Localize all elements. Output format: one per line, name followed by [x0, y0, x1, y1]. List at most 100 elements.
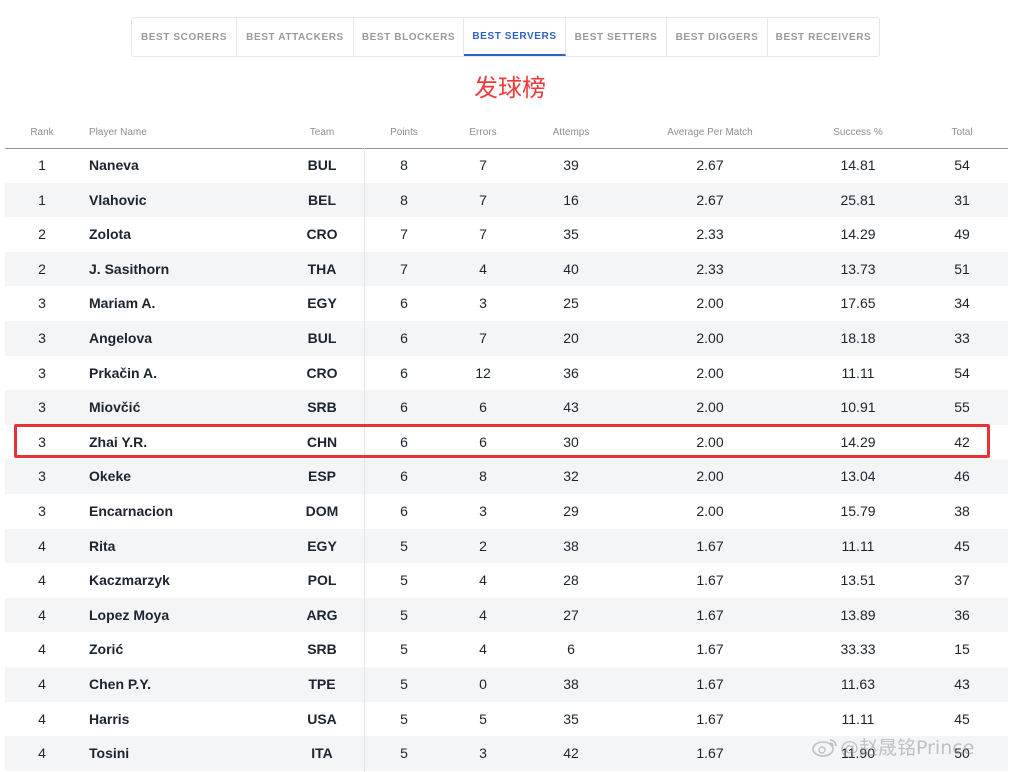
cell-rank: 1 — [38, 191, 46, 208]
cell-rank: 4 — [38, 641, 46, 658]
cell-attempts: 16 — [563, 191, 579, 208]
cell-player-name: Naneva — [89, 157, 139, 173]
cell-points: 8 — [400, 191, 408, 208]
cell-player-name: Mariam A. — [89, 295, 156, 312]
tab-best-setters[interactable]: BEST SETTERS — [566, 18, 667, 56]
cell-avg-per-match: 1.67 — [696, 745, 724, 762]
cell-avg-per-match: 2.00 — [696, 468, 724, 485]
cell-success: 13.51 — [840, 572, 876, 589]
cell-errors: 7 — [479, 157, 487, 173]
cell-avg-per-match: 1.67 — [696, 572, 724, 589]
column-header-total[interactable]: Total — [951, 127, 972, 138]
cell-player-name: Zhai Y.R. — [89, 433, 148, 450]
cell-total: 54 — [954, 364, 970, 381]
cell-errors: 6 — [479, 399, 487, 416]
cell-player-name: Prkačin A. — [89, 364, 157, 381]
cell-attempts: 30 — [563, 433, 579, 450]
column-header-team[interactable]: Team — [310, 127, 334, 138]
table-row[interactable]: 2 Zolota CRO 7 7 35 2.33 14.29 49 — [5, 217, 1008, 252]
tab-best-receivers[interactable]: BEST RECEIVERS — [768, 18, 879, 56]
table-row[interactable]: 1 Vlahovic BEL 8 7 16 2.67 25.81 31 — [5, 182, 1008, 218]
table-row[interactable]: 3 Zhai Y.R. CHN 6 6 30 2.00 14.29 42 — [5, 425, 1008, 460]
cell-points: 5 — [400, 572, 408, 589]
cell-avg-per-match: 2.00 — [696, 329, 724, 346]
cell-attempts: 40 — [563, 260, 579, 277]
cell-player-name: Zorić — [89, 641, 124, 658]
cell-player-name: Okeke — [89, 468, 132, 485]
cell-rank: 4 — [38, 710, 46, 727]
cell-attempts: 28 — [563, 572, 579, 589]
table-row[interactable]: 4 Chen P.Y. TPE 5 0 38 1.67 11.63 43 — [5, 666, 1008, 702]
cell-points: 5 — [400, 710, 408, 727]
tab-best-scorers[interactable]: BEST SCORERS — [132, 18, 237, 56]
column-header-success[interactable]: Success % — [833, 127, 882, 138]
cell-success: 11.63 — [841, 675, 875, 692]
column-header-points[interactable]: Points — [390, 127, 418, 138]
cell-player-name: J. Sasithorn — [89, 260, 170, 277]
cell-team: CRO — [306, 226, 338, 243]
cell-attempts: 35 — [563, 226, 579, 243]
table-row[interactable]: 4 Rita EGY 5 2 38 1.67 11.11 45 — [5, 528, 1008, 564]
table-row[interactable]: 1 Naneva BUL 8 7 39 2.67 14.81 54 — [5, 148, 1008, 183]
table-row[interactable]: 4 Kaczmarzyk POL 5 4 28 1.67 13.51 37 — [5, 563, 1008, 598]
cell-rank: 4 — [38, 572, 46, 589]
cell-team: ITA — [311, 745, 333, 762]
cell-attempts: 42 — [563, 745, 579, 762]
cell-avg-per-match: 1.67 — [696, 675, 724, 692]
cell-rank: 3 — [38, 399, 46, 416]
cell-team: ESP — [307, 468, 337, 485]
cell-rank: 3 — [38, 329, 46, 346]
cell-errors: 0 — [479, 675, 487, 692]
cell-attempts: 6 — [567, 641, 575, 658]
column-header-avg-per-match[interactable]: Average Per Match — [667, 127, 752, 138]
table-row[interactable]: 3 Encarnacion DOM 6 3 29 2.00 15.79 38 — [5, 494, 1008, 529]
watermark: @赵晟铭Prince — [812, 733, 974, 760]
cell-team: DOM — [305, 502, 339, 519]
cell-success: 11.11 — [841, 710, 875, 727]
cell-errors: 3 — [479, 295, 487, 312]
cell-total: 45 — [954, 537, 970, 554]
cell-attempts: 25 — [563, 295, 579, 312]
cell-success: 33.33 — [840, 641, 876, 658]
cell-total: 45 — [954, 710, 970, 727]
cell-points: 5 — [400, 606, 408, 623]
column-header-player[interactable]: Player Name — [89, 127, 147, 138]
column-header-errors[interactable]: Errors — [469, 127, 496, 138]
table-row[interactable]: 3 Prkačin A. CRO 6 12 36 2.00 11.11 54 — [5, 356, 1008, 391]
cell-team: CRO — [306, 364, 338, 381]
cell-total: 55 — [954, 399, 970, 416]
cell-player-name: Rita — [89, 537, 116, 554]
cell-success: 18.18 — [840, 329, 876, 346]
cell-errors: 12 — [475, 364, 491, 381]
cell-rank: 2 — [38, 226, 46, 243]
cell-success: 15.79 — [840, 502, 876, 519]
cell-errors: 6 — [479, 433, 487, 450]
table-row[interactable]: 4 Zorić SRB 5 4 6 1.67 33.33 15 — [5, 632, 1008, 667]
table-row[interactable]: 4 Lopez Moya ARG 5 4 27 1.67 13.89 36 — [5, 597, 1008, 633]
tab-best-blockers[interactable]: BEST BLOCKERS — [354, 18, 464, 56]
cell-success: 17.65 — [840, 295, 876, 312]
tab-best-diggers[interactable]: BEST DIGGERS — [667, 18, 768, 56]
tab-best-attackers[interactable]: BEST ATTACKERS — [237, 18, 354, 56]
cell-player-name: Zolota — [89, 226, 131, 243]
cell-errors: 8 — [479, 468, 487, 485]
table-row[interactable]: 3 Angelova BUL 6 7 20 2.00 18.18 33 — [5, 320, 1008, 356]
table-row[interactable]: 4 Harris USA 5 5 35 1.67 11.11 45 — [5, 702, 1008, 737]
cell-errors: 3 — [479, 745, 487, 762]
cell-total: 38 — [954, 502, 970, 519]
cell-avg-per-match: 2.33 — [696, 260, 724, 277]
column-header-rank[interactable]: Rank — [30, 127, 53, 138]
cell-success: 14.29 — [840, 226, 876, 243]
table-row[interactable]: 3 Miovčić SRB 6 6 43 2.00 10.91 55 — [5, 390, 1008, 425]
cell-errors: 4 — [479, 572, 487, 589]
cell-avg-per-match: 2.67 — [696, 191, 724, 208]
cell-rank: 3 — [38, 433, 46, 450]
table-row[interactable]: 3 Mariam A. EGY 6 3 25 2.00 17.65 34 — [5, 286, 1008, 321]
table-row[interactable]: 3 Okeke ESP 6 8 32 2.00 13.04 46 — [5, 459, 1008, 494]
cell-points: 5 — [400, 675, 408, 692]
tab-best-servers[interactable]: BEST SERVERS — [464, 18, 566, 56]
cell-success: 10.91 — [840, 399, 876, 416]
column-header-attempts[interactable]: Attemps — [553, 127, 590, 138]
cell-errors: 5 — [479, 710, 487, 727]
table-row[interactable]: 2 J. Sasithorn THA 7 4 40 2.33 13.73 51 — [5, 251, 1008, 287]
